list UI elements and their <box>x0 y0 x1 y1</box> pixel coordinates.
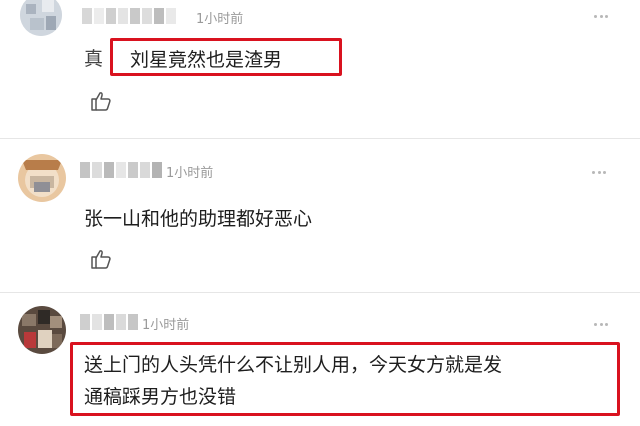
comment-time: 1小时前 <box>196 12 244 27</box>
avatar-icon[interactable] <box>20 0 62 36</box>
comment-item: 1小时前 送上门的人头凭什么不让别人用，今天女方就是发 通稿踩男方也没错 <box>0 294 640 426</box>
thumbs-up-icon[interactable] <box>90 90 112 112</box>
comment-text: 刘星竟然也是渣男 <box>130 49 283 71</box>
avatar-icon[interactable] <box>18 306 66 354</box>
more-dots-icon[interactable] <box>592 171 606 175</box>
avatar-icon[interactable] <box>18 154 66 202</box>
comment-text-line-1: 送上门的人头凭什么不让别人用，今天女方就是发 <box>84 354 503 376</box>
comment-time: 1小时前 <box>142 318 190 333</box>
divider <box>0 292 640 293</box>
comment-text-line-2: 通稿踩男方也没错 <box>84 386 237 408</box>
comment-prefix-char: 真 <box>84 48 104 70</box>
divider <box>0 138 640 139</box>
comment-item: 1小时前 张一山和他的助理都好恶心 <box>0 140 640 290</box>
more-dots-icon[interactable] <box>594 323 608 327</box>
comment-item: 1小时前 真 刘星竟然也是渣男 <box>0 0 640 140</box>
username-blurred[interactable] <box>80 314 138 330</box>
username-blurred[interactable] <box>82 8 176 24</box>
comment-time: 1小时前 <box>166 166 214 181</box>
thumbs-up-icon[interactable] <box>90 248 112 270</box>
more-dots-icon[interactable] <box>594 15 608 19</box>
comment-text: 张一山和他的助理都好恶心 <box>84 208 313 230</box>
username-blurred[interactable] <box>80 162 162 178</box>
